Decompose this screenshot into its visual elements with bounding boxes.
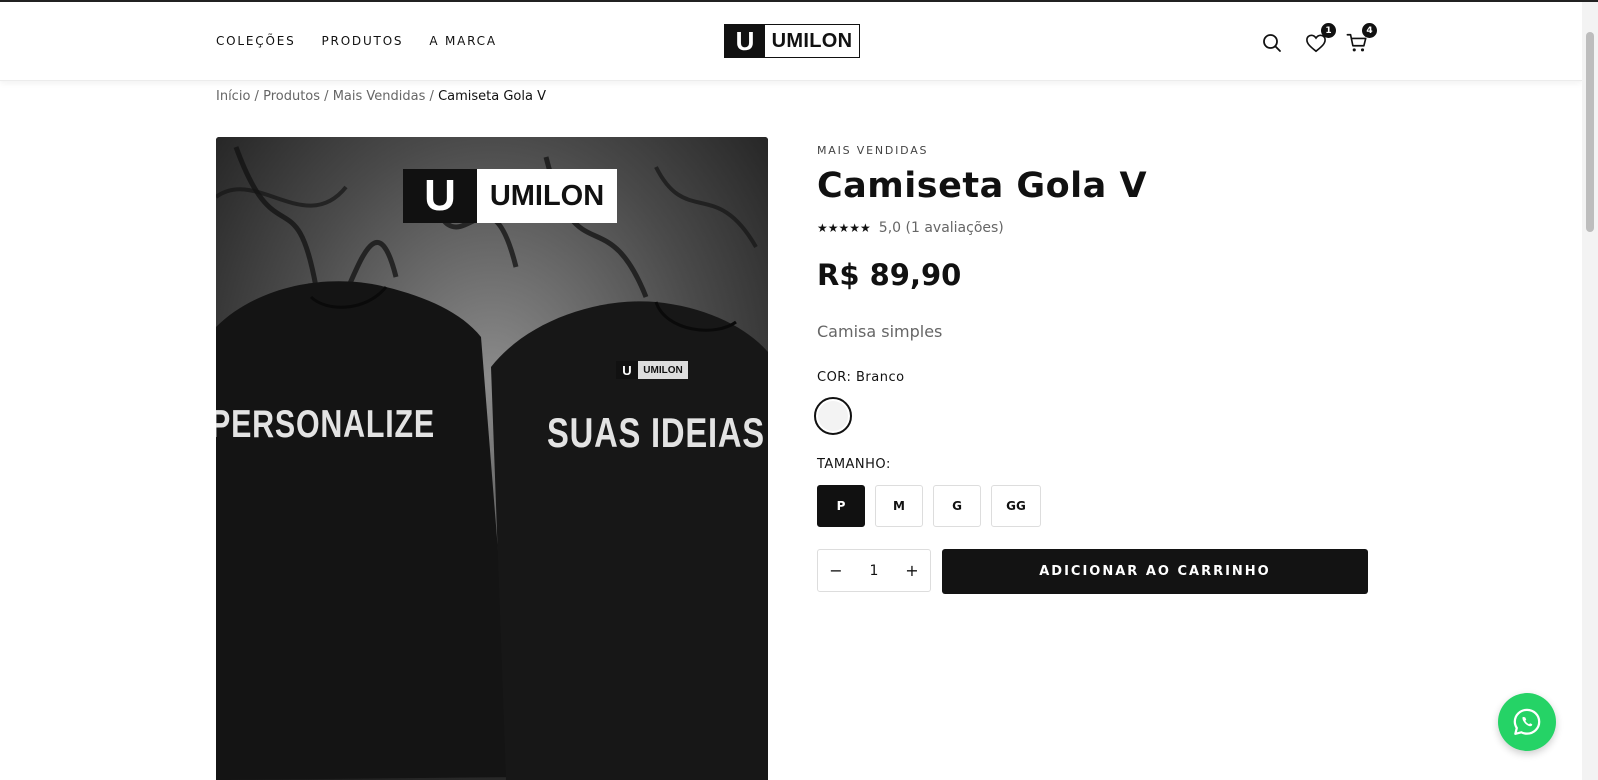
wishlist-button[interactable]: 1 <box>1303 23 1336 56</box>
site-header: COLEÇÕES PRODUTOS A MARCA U UMILON 1 4 <box>0 2 1582 81</box>
size-option-m[interactable]: M <box>875 485 923 527</box>
image-logo-mark: U <box>403 169 477 223</box>
scrollbar-thumb[interactable] <box>1586 32 1594 232</box>
nav-item-produtos[interactable]: PRODUTOS <box>322 34 404 48</box>
breadcrumb-separator: / <box>254 89 259 104</box>
quantity-increase-button[interactable]: + <box>894 561 930 580</box>
breadcrumb-separator: / <box>324 89 329 104</box>
product-rating[interactable]: ★★★★★ 5,0 (1 avaliações) <box>817 220 1004 236</box>
add-to-cart-button[interactable]: ADICIONAR AO CARRINHO <box>942 549 1368 594</box>
breadcrumb-link-produtos[interactable]: Produtos <box>263 89 320 104</box>
product-price: R$ 89,90 <box>817 258 962 292</box>
breadcrumb: Início / Produtos / Mais Vendidas / Cami… <box>216 89 546 104</box>
product-category: MAIS VENDIDAS <box>817 144 929 157</box>
search-icon <box>1263 34 1281 52</box>
breadcrumb-link-mais-vendidas[interactable]: Mais Vendidas <box>333 89 426 104</box>
color-swatch-fill <box>818 401 848 431</box>
main-nav: COLEÇÕES PRODUTOS A MARCA <box>216 34 497 48</box>
size-selector: P M G GG <box>817 485 1041 527</box>
nav-item-colecoes[interactable]: COLEÇÕES <box>216 34 296 48</box>
size-option-gg[interactable]: GG <box>991 485 1041 527</box>
cart-button[interactable]: 4 <box>1344 23 1377 56</box>
color-swatch-branco[interactable] <box>814 397 852 435</box>
cart-count-badge: 4 <box>1362 23 1377 38</box>
breadcrumb-link-inicio[interactable]: Início <box>216 89 250 104</box>
product-photo-backdrop <box>216 137 768 780</box>
shirt-text-left: PERSONALIZE <box>216 403 435 446</box>
image-logo: U UMILON <box>403 169 617 223</box>
color-label-text: COR: <box>817 370 852 385</box>
product-description: Camisa simples <box>817 322 943 341</box>
logo-mark: U <box>725 25 765 57</box>
search-button[interactable] <box>1259 30 1285 56</box>
size-option-p[interactable]: P <box>817 485 865 527</box>
quantity-decrease-button[interactable]: − <box>818 561 854 580</box>
quantity-stepper: − 1 + <box>817 549 931 592</box>
rating-text: 5,0 (1 avaliações) <box>878 220 1004 236</box>
image-logo-text: UMILON <box>477 169 617 223</box>
shirt-mini-logo-mark: U <box>616 361 638 379</box>
breadcrumb-current: Camiseta Gola V <box>438 89 546 104</box>
rating-stars: ★★★★★ <box>817 221 871 235</box>
nav-item-a-marca[interactable]: A MARCA <box>429 34 497 48</box>
breadcrumb-separator: / <box>429 89 434 104</box>
color-label: COR: Branco <box>817 370 905 385</box>
whatsapp-icon <box>1513 708 1541 735</box>
color-value: Branco <box>855 370 905 385</box>
shirt-text-right: SUAS IDEIAS <box>547 409 765 456</box>
quantity-value[interactable]: 1 <box>856 563 892 579</box>
product-title: Camiseta Gola V <box>817 166 1148 206</box>
shirt-mini-logo-text: UMILON <box>638 361 688 379</box>
whatsapp-button[interactable] <box>1498 693 1556 751</box>
product-image[interactable]: U UMILON U UMILON PERSONALIZE SUAS IDEIA… <box>216 137 768 780</box>
size-option-g[interactable]: G <box>933 485 981 527</box>
shirt-mini-logo: U UMILON <box>616 361 688 379</box>
site-logo[interactable]: U UMILON <box>724 24 860 58</box>
logo-text: UMILON <box>771 29 853 52</box>
page-scrollbar[interactable] <box>1582 2 1598 780</box>
size-label: TAMANHO: <box>817 457 891 472</box>
wishlist-count-badge: 1 <box>1321 23 1336 38</box>
